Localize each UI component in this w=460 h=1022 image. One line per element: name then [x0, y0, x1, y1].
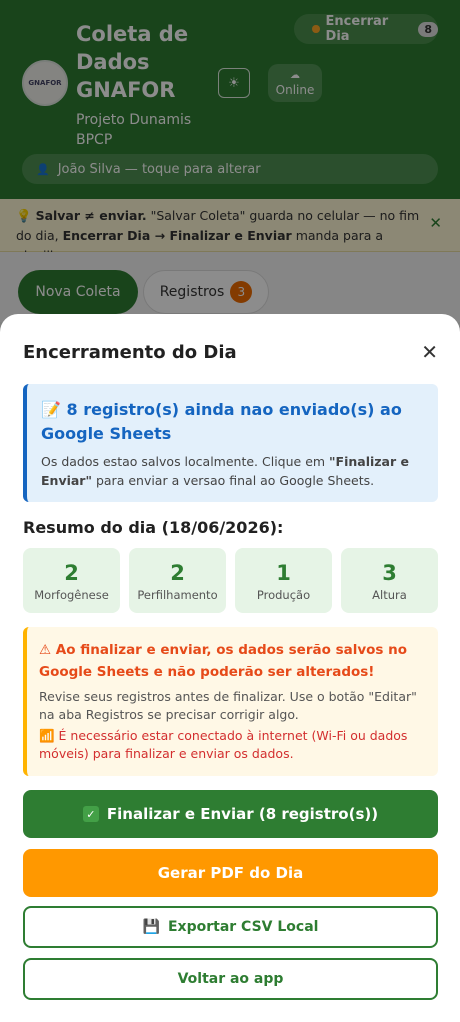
export-csv-button[interactable]: 💾 Exportar CSV Local: [23, 906, 438, 948]
finalize-warning-box: ⚠ Ao finalizar e enviar, os dados serão …: [23, 627, 438, 776]
stat-value: 2: [64, 561, 79, 585]
pending-text-pre: Os dados estao salvos localmente. Clique…: [41, 454, 330, 469]
stat-label: Produção: [256, 588, 311, 602]
pending-text-post: para enviar a versao final ao Google She…: [91, 473, 375, 488]
generate-pdf-button[interactable]: Gerar PDF do Dia: [23, 849, 438, 897]
checkmark-icon: ✓: [82, 806, 99, 822]
stat-card-altura: 3 Altura: [341, 548, 438, 613]
finalize-label: Finalizar e Enviar (8 registro(s)): [106, 805, 379, 823]
pdf-label: Gerar PDF do Dia: [157, 864, 304, 882]
finalize-send-button[interactable]: ✓ Finalizar e Enviar (8 registro(s)): [23, 790, 438, 838]
close-icon[interactable]: ✕: [421, 340, 438, 364]
back-to-app-button[interactable]: Voltar ao app: [23, 958, 438, 1000]
pending-heading: 📝 8 registro(s) ainda nao enviado(s) ao …: [41, 398, 424, 446]
modal-title: Encerramento do Dia: [23, 342, 237, 363]
stat-card-perfilhamento: 2 Perfilhamento: [129, 548, 226, 613]
back-label: Voltar ao app: [177, 971, 284, 987]
stat-card-producao: 1 Produção: [235, 548, 332, 613]
pending-heading-text: 8 registro(s) ainda nao enviado(s) ao Go…: [41, 400, 402, 443]
stat-card-morfogenese: 2 Morfogênese: [23, 548, 120, 613]
network-warning-text: 📶 É necessário estar conectado à interne…: [39, 728, 408, 761]
end-of-day-modal: Encerramento do Dia ✕ 📝 8 registro(s) ai…: [0, 314, 460, 1022]
stat-value: 1: [276, 561, 291, 585]
floppy-disk-icon: 💾: [142, 919, 160, 935]
summary-title: Resumo do dia (18/06/2026):: [23, 518, 284, 537]
stat-value: 3: [382, 561, 397, 585]
csv-label: Exportar CSV Local: [167, 919, 319, 935]
pending-text: Os dados estao salvos localmente. Clique…: [41, 452, 424, 490]
warning-text: Revise seus registros antes de finalizar…: [39, 689, 417, 722]
warning-heading: ⚠ Ao finalizar e enviar, os dados serão …: [39, 642, 408, 680]
stat-value: 2: [170, 561, 185, 585]
memo-icon: 📝: [41, 400, 61, 419]
pending-info-box: 📝 8 registro(s) ainda nao enviado(s) ao …: [23, 384, 438, 502]
stat-label: Perfilhamento: [137, 588, 218, 602]
stat-label: Altura: [372, 588, 407, 602]
stat-label: Morfogênese: [34, 588, 109, 602]
